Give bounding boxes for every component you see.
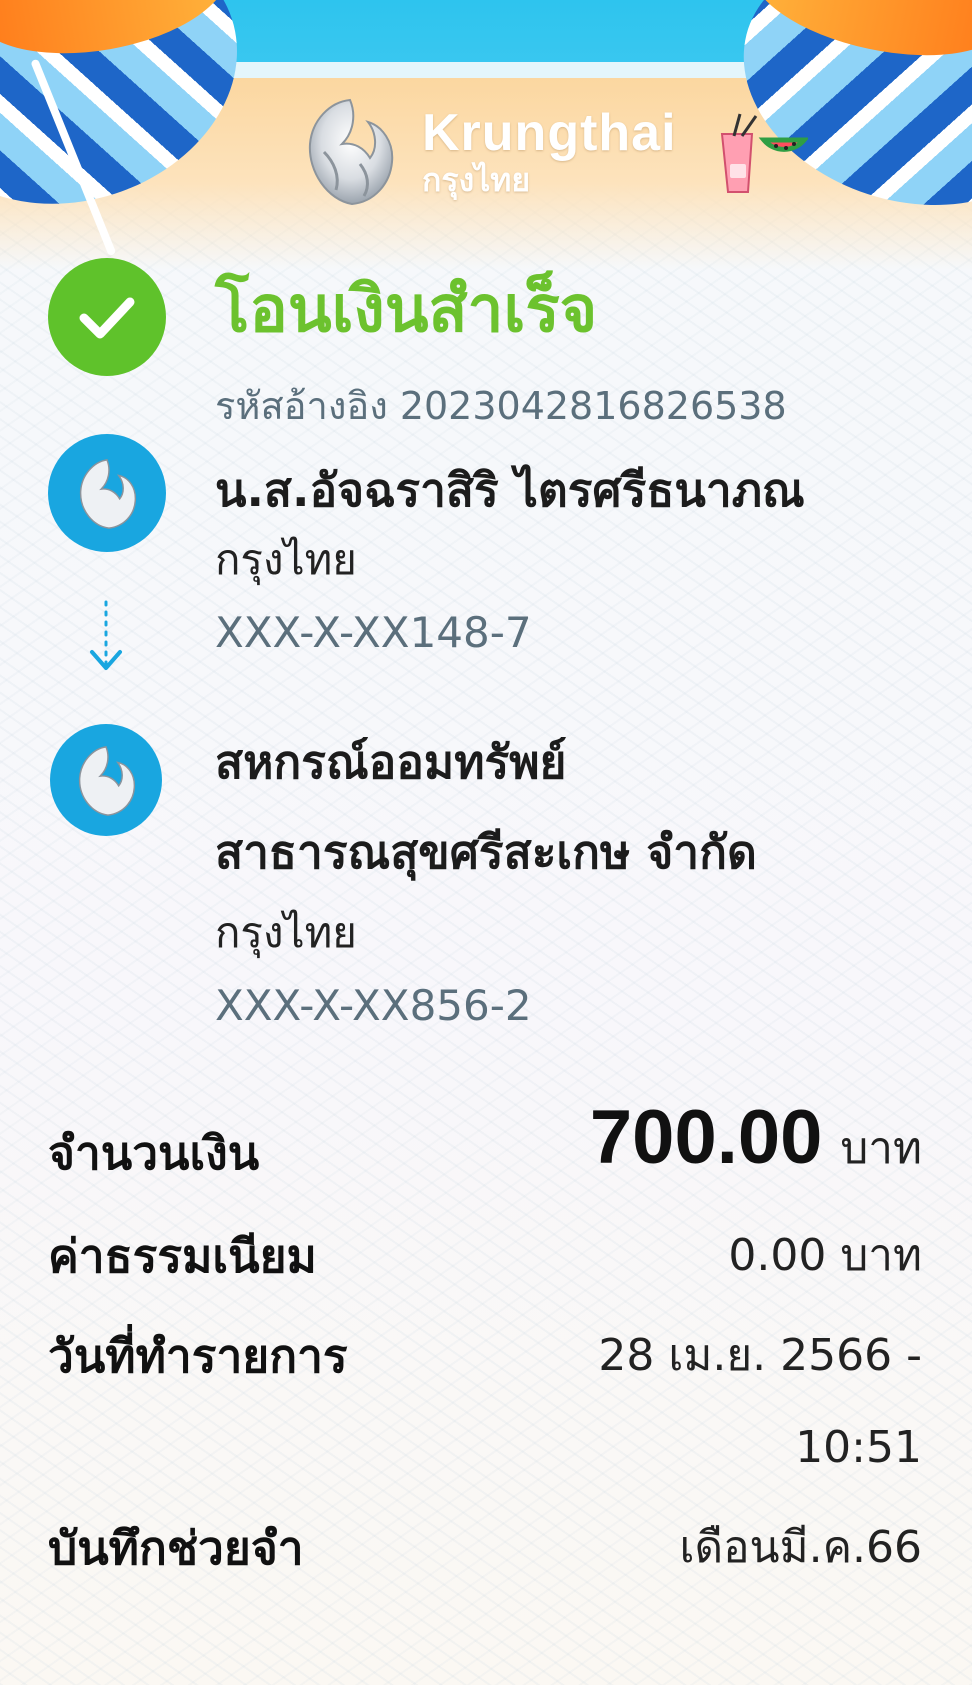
- amount-value-group: 700.00 บาท: [590, 1100, 922, 1179]
- amount-value: 700.00: [589, 1095, 823, 1180]
- krungthai-bird-icon: [308, 98, 394, 206]
- fee-label: ค่าธรรมเนียม: [48, 1229, 317, 1283]
- date-value: 28 เม.ย. 2566 -: [598, 1330, 922, 1381]
- recipient-name-line1: สหกรณ์ออมทรัพย์: [215, 735, 567, 789]
- recipient-name-line2: สาธารณสุขศรีสะเกษ จำกัด: [215, 825, 757, 879]
- transfer-success-title: โอนเงินสำเร็จ: [215, 273, 598, 347]
- memo-label: บันทึกช่วยจำ: [48, 1521, 304, 1575]
- sender-bank: กรุงไทย: [215, 535, 357, 584]
- krungthai-logo: Krungthai กรุงไทย: [290, 92, 677, 212]
- reference-number: รหัสอ้างอิง 2023042816826538: [215, 384, 787, 428]
- success-status: [48, 258, 166, 376]
- date-label: วันที่ทำรายการ: [48, 1329, 348, 1383]
- tropical-drink-icon: [720, 113, 808, 193]
- success-check-icon: [48, 258, 166, 376]
- brand-name-en: Krungthai: [422, 104, 677, 162]
- memo-value: เดือนมี.ค.66: [679, 1522, 922, 1573]
- recipient-account: XXX-X-XX856-2: [215, 981, 532, 1030]
- amount-label: จำนวนเงิน: [48, 1126, 260, 1180]
- sender-account: XXX-X-XX148-7: [215, 608, 532, 657]
- time-value: 10:51: [795, 1422, 922, 1473]
- brand-name-th: กรุงไทย: [422, 161, 531, 199]
- fee-value: 0.00 บาท: [728, 1230, 922, 1281]
- sender-name: น.ส.อัจฉราสิริ ไตรศรีธนาภณ: [215, 463, 805, 517]
- recipient-bank-logo-icon: [50, 724, 162, 836]
- amount-unit: บาท: [840, 1123, 922, 1174]
- sender-bank-logo-icon: [48, 434, 166, 552]
- transfer-direction-arrow-icon: [90, 600, 122, 670]
- beach-header-banner: Krungthai กรุงไทย: [0, 0, 972, 270]
- recipient-bank: กรุงไทย: [215, 908, 357, 957]
